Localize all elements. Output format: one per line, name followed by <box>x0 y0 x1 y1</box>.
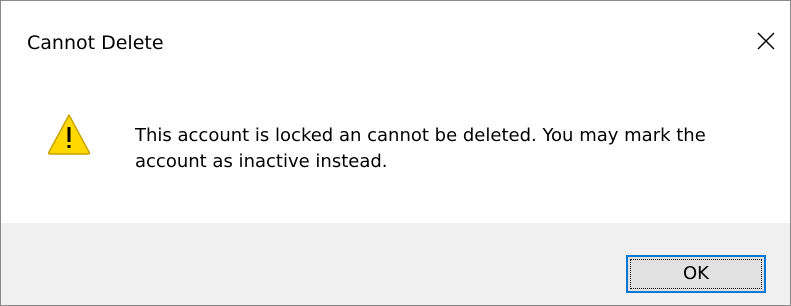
message-text: This account is locked an cannot be dele… <box>135 125 706 172</box>
dialog-body: This account is locked an cannot be dele… <box>1 81 790 221</box>
title-bar: Cannot Delete <box>1 1 790 81</box>
button-bar: OK <box>1 223 790 305</box>
message-box-dialog: Cannot Delete This account is locked an … <box>0 0 791 306</box>
warning-icon <box>47 114 91 155</box>
close-icon <box>757 32 775 50</box>
ok-button[interactable]: OK <box>626 255 766 293</box>
close-button[interactable] <box>742 19 790 63</box>
window-title: Cannot Delete <box>27 32 164 54</box>
ok-button-label: OK <box>683 263 709 284</box>
